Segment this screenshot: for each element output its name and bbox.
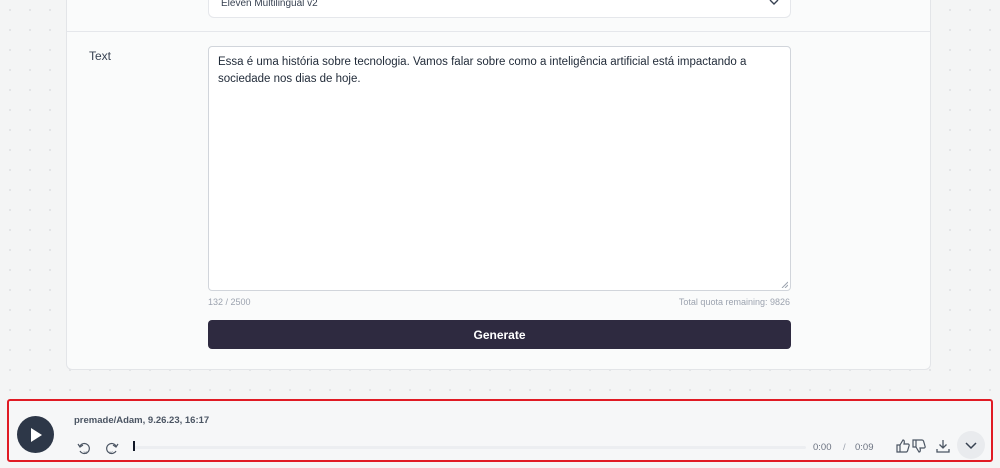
progress-handle[interactable] (133, 441, 135, 451)
resize-handle-icon[interactable] (781, 281, 788, 288)
generate-button[interactable]: Generate (208, 320, 791, 349)
current-time: 0:00 (813, 442, 832, 453)
time-separator: / (843, 442, 846, 453)
model-select[interactable]: Eleven Multilingual v2 (208, 0, 791, 18)
track-title: premade/Adam, 9.26.23, 16:17 (74, 415, 210, 426)
svg-text:10: 10 (109, 450, 114, 455)
chevron-down-icon (965, 442, 977, 450)
rewind-10-icon[interactable]: 10 (77, 441, 91, 455)
divider (67, 31, 930, 32)
progress-bar[interactable] (134, 446, 806, 449)
duration: 0:09 (855, 442, 874, 453)
voice-form-card: Eleven Multilingual v2 Text Essa é uma h… (66, 0, 931, 370)
play-icon (30, 427, 42, 442)
collapse-player-button[interactable] (957, 431, 985, 459)
text-input[interactable]: Essa é uma história sobre tecnologia. Va… (208, 46, 791, 291)
svg-text:10: 10 (83, 450, 88, 455)
forward-10-icon[interactable]: 10 (105, 441, 119, 455)
thumbs-down-icon[interactable] (911, 438, 927, 454)
model-select-value: Eleven Multilingual v2 (221, 0, 318, 9)
text-input-value: Essa é uma história sobre tecnologia. Va… (218, 56, 747, 85)
chevron-down-icon (769, 0, 779, 5)
text-field-label: Text (89, 49, 112, 63)
download-icon[interactable] (935, 438, 951, 454)
audio-player: premade/Adam, 9.26.23, 16:17 10 10 0:00 … (7, 399, 993, 462)
play-button[interactable] (17, 416, 54, 453)
quota-remaining: Total quota remaining: 9826 (678, 297, 790, 307)
thumbs-up-icon[interactable] (895, 438, 911, 454)
character-counter: 132 / 2500 (208, 297, 251, 307)
